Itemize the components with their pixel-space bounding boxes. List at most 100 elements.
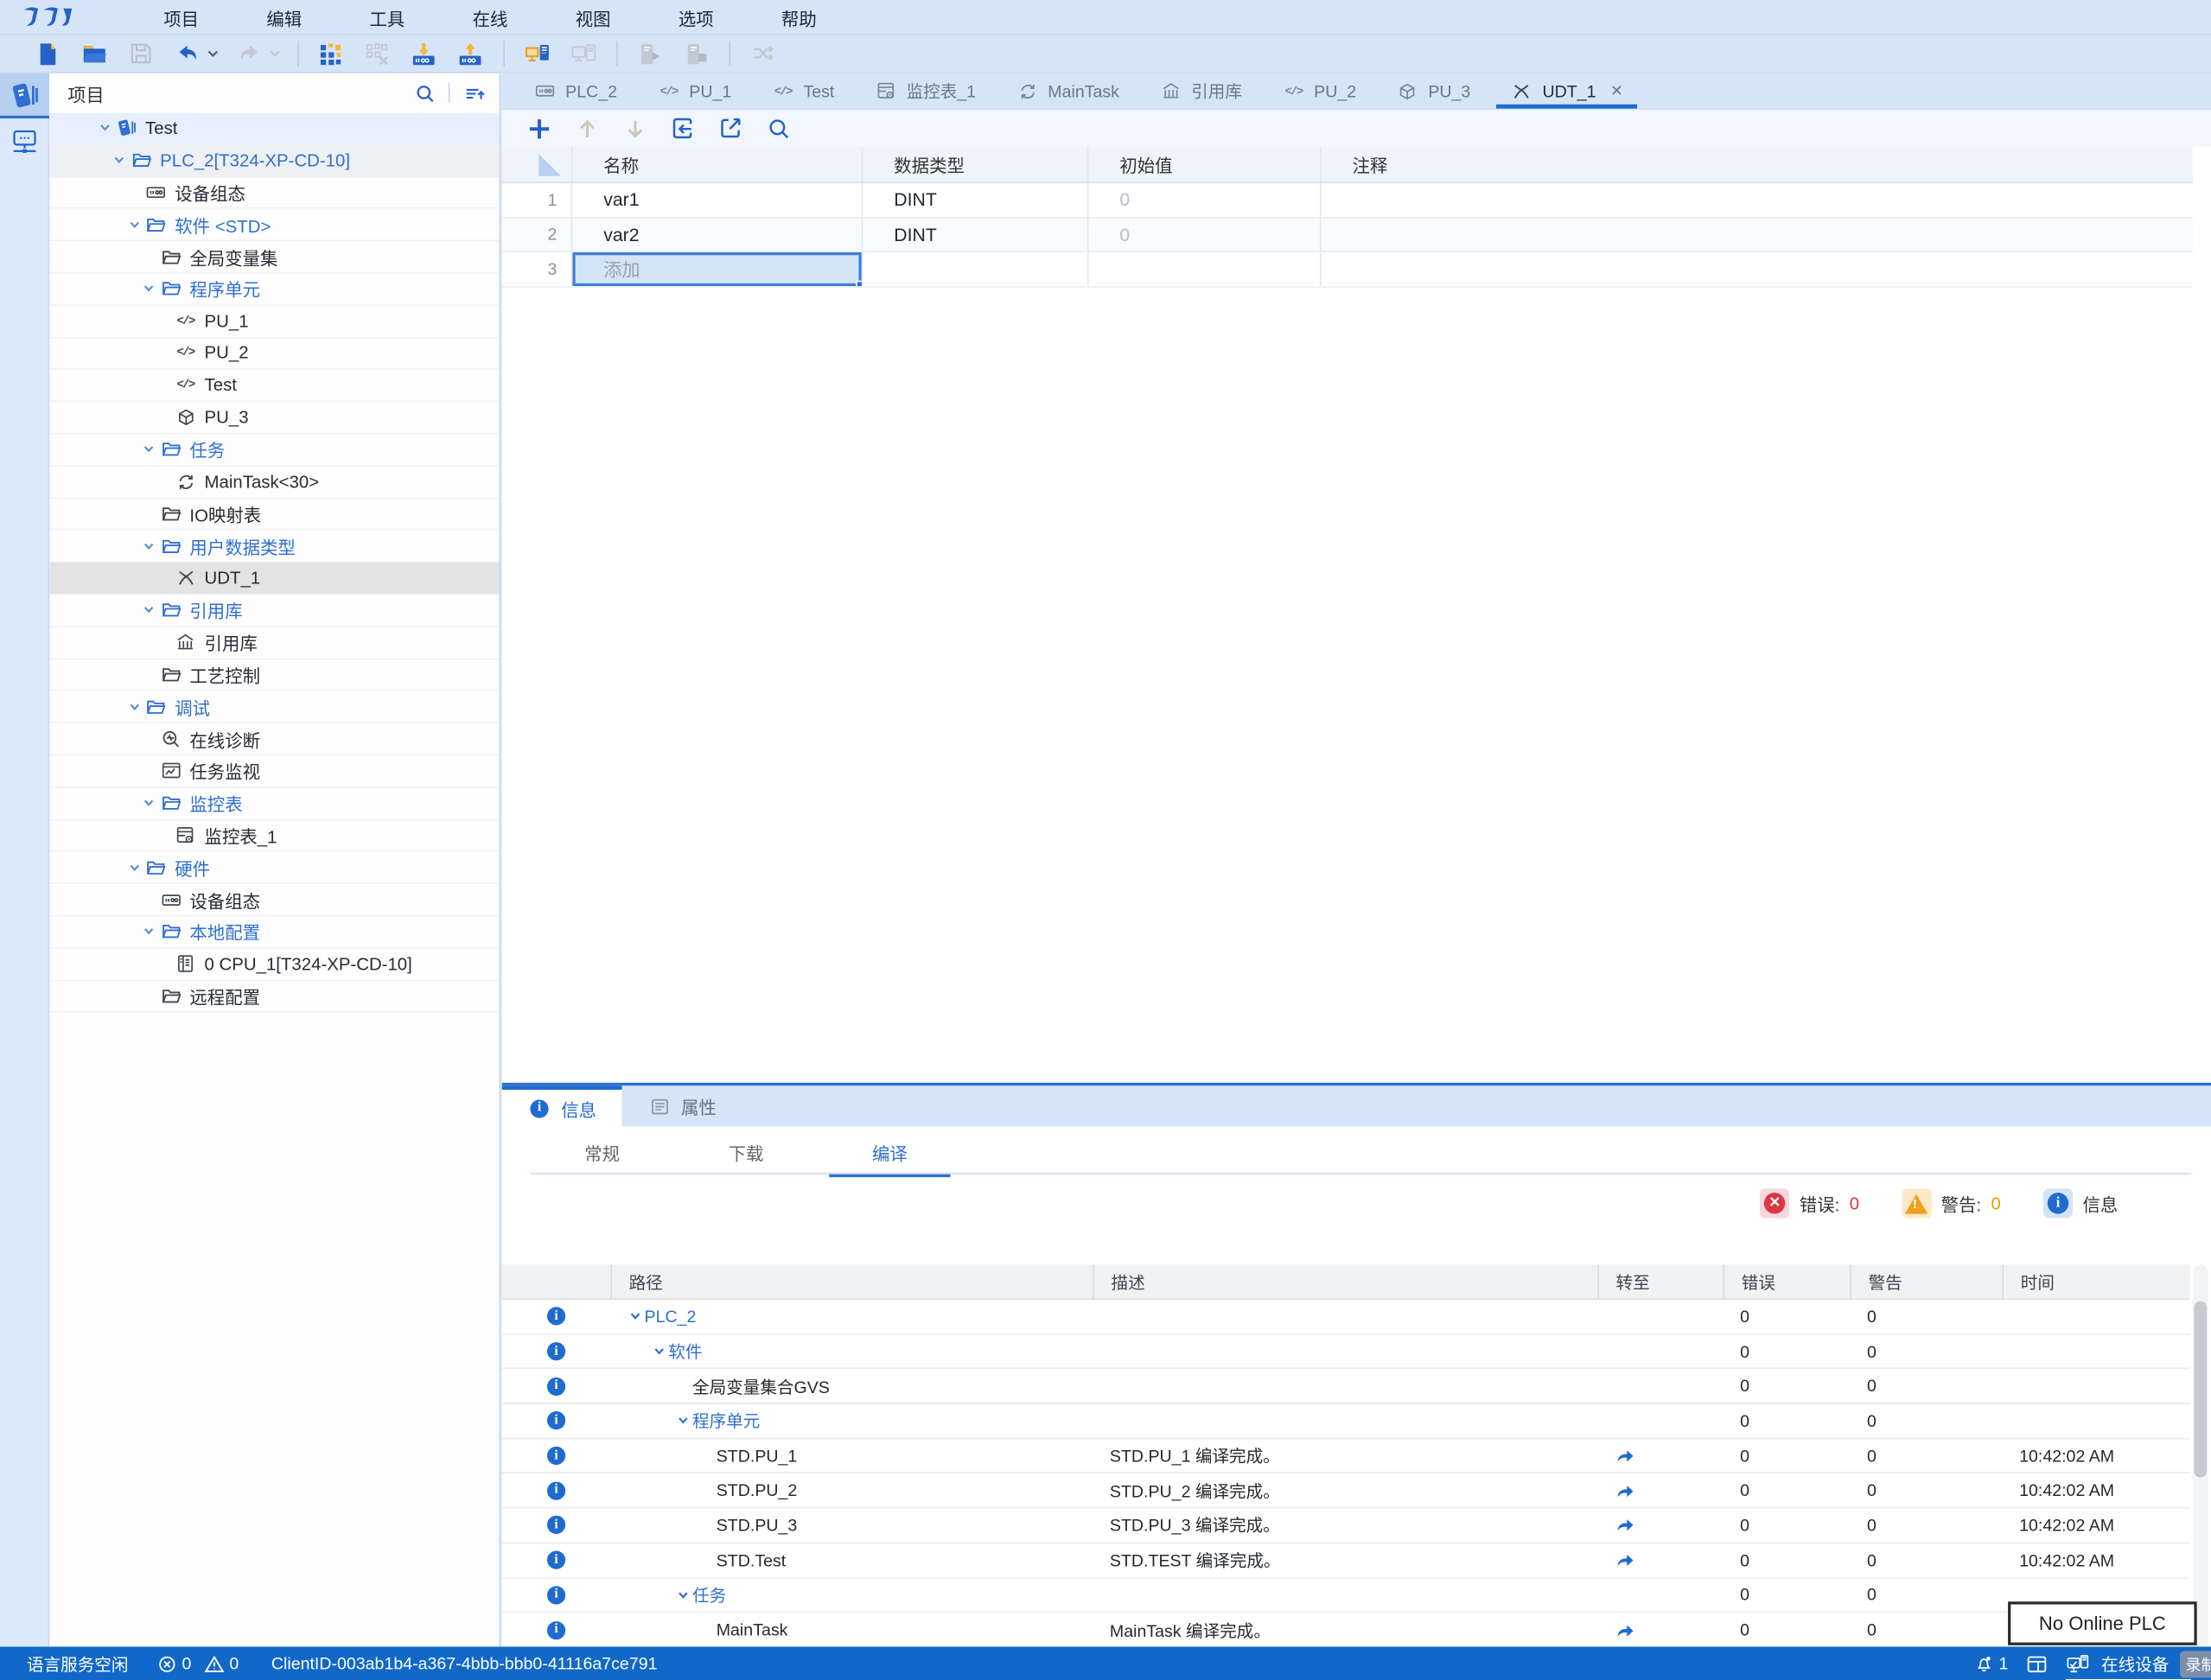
goto-arrow-icon[interactable] [1597, 1474, 1723, 1508]
tree-item-maintask-30-[interactable]: MainTask<30> [49, 467, 499, 499]
cell-comment[interactable] [1322, 183, 2193, 216]
tree-item-plc-2-t324-xp-cd-10-[interactable]: PLC_2[T324-XP-CD-10] [49, 145, 499, 177]
tree-item-设备组态[interactable]: 设备组态 [49, 884, 499, 916]
compile-button[interactable] [312, 36, 350, 70]
close-tab-icon[interactable]: ✕ [1610, 82, 1623, 100]
compile-row-std-pu-2[interactable]: iSTD.PU_2STD.PU_2 编译完成。0010:42:02 AM [502, 1474, 2190, 1509]
tree-item-远程配置[interactable]: 远程配置 [49, 981, 499, 1013]
chevron-down-icon[interactable] [672, 1415, 692, 1428]
compile-row-任务[interactable]: i任务00 [502, 1578, 2190, 1613]
status-warnings[interactable]: 0 [204, 1654, 239, 1674]
compile-row-全局变量集合gvs[interactable]: i全局变量集合GVS00 [502, 1370, 2190, 1404]
menu-3[interactable]: 工具 [335, 0, 438, 34]
tab-test[interactable]: </>Test [751, 73, 854, 109]
tree-item-0-cpu-1-t324-xp-cd-10-[interactable]: 0 CPU_1[T324-XP-CD-10] [49, 948, 499, 980]
tree-item-全局变量集[interactable]: 全局变量集 [49, 241, 499, 273]
chevron-down-icon[interactable] [124, 700, 144, 713]
cell-initvalue[interactable]: 0 [1088, 183, 1321, 216]
compile-row-软件[interactable]: i软件00 [502, 1334, 2190, 1369]
tree-item-pu-1[interactable]: </>PU_1 [49, 306, 499, 338]
cell-name[interactable]: 添加 [572, 252, 863, 285]
tab-plc-2[interactable]: PLC_2 [513, 73, 637, 109]
subtab-常规[interactable]: 常规 [530, 1139, 673, 1177]
goto-arrow-icon[interactable] [1597, 1509, 1723, 1543]
cell-datatype[interactable]: DINT [863, 218, 1088, 251]
export-button[interactable] [712, 113, 749, 144]
row-number[interactable]: 3 [502, 252, 573, 285]
row-number[interactable]: 2 [502, 218, 573, 251]
compile-row-plc-2[interactable]: iPLC_200 [502, 1300, 2190, 1334]
network-devices-button[interactable] [0, 118, 49, 163]
tab-pu-2[interactable]: </>PU_2 [1262, 73, 1376, 109]
row-number[interactable]: 1 [502, 183, 573, 216]
cell-initvalue[interactable] [1088, 252, 1321, 285]
tree-item-test[interactable]: </>Test [49, 370, 499, 402]
menu-7[interactable]: 帮助 [748, 0, 851, 34]
goto-arrow-icon[interactable] [1597, 1543, 1723, 1577]
compile-row-std-pu-3[interactable]: iSTD.PU_3STD.PU_3 编译完成。0010:42:02 AM [502, 1509, 2190, 1543]
tree-item-pu-2[interactable]: </>PU_2 [49, 338, 499, 370]
compile-col-warning[interactable]: 警告 [1850, 1264, 2002, 1298]
tree-item-监控表-1[interactable]: 监控表_1 [49, 820, 499, 852]
chevron-down-icon[interactable] [139, 797, 159, 810]
tree-item-程序单元[interactable]: 程序单元 [49, 273, 499, 305]
column-header-comment[interactable]: 注释 [1322, 147, 2193, 182]
tree-item-设备组态[interactable]: 设备组态 [49, 177, 499, 209]
menu-5[interactable]: 视图 [542, 0, 645, 34]
tree-item-test[interactable]: Test [49, 113, 499, 145]
panel-layout-icon[interactable] [2027, 1654, 2048, 1672]
chevron-down-icon[interactable] [109, 154, 129, 167]
tree-item-在线诊断[interactable]: 在线诊断 [49, 723, 499, 755]
search-button[interactable] [760, 113, 796, 144]
tab-udt-1[interactable]: UDT_1✕ [1490, 73, 1643, 109]
chevron-down-icon[interactable] [139, 283, 159, 296]
menu-6[interactable]: 选项 [645, 0, 748, 34]
goto-arrow-icon[interactable] [1597, 1613, 1723, 1647]
column-header-datatype[interactable]: 数据类型 [863, 147, 1088, 182]
chevron-down-icon[interactable] [625, 1310, 645, 1323]
bottom-tab-信息[interactable]: i信息 [502, 1085, 622, 1126]
compile-row-maintask[interactable]: iMainTaskMainTask 编译完成。0010:42:02 AM [502, 1613, 2190, 1648]
tree-item-调试[interactable]: 调试 [49, 691, 499, 723]
bottom-tab-属性[interactable]: 属性 [621, 1085, 742, 1126]
goto-arrow-icon[interactable] [1597, 1439, 1723, 1473]
tab-监控表-1[interactable]: 监控表_1 [854, 73, 996, 109]
notifications-button[interactable]: 1 [1973, 1654, 2008, 1674]
tree-item-io映射表[interactable]: IO映射表 [49, 499, 499, 531]
tree-collapse-all-icon[interactable] [462, 82, 485, 103]
error-filter-toggle[interactable]: ✕错误:0 [1760, 1188, 1859, 1218]
tree-item-用户数据类型[interactable]: 用户数据类型 [49, 531, 499, 563]
tab-pu-1[interactable]: </>PU_1 [637, 73, 751, 109]
cell-comment[interactable] [1322, 218, 2193, 251]
download-to-plc-button[interactable] [405, 36, 443, 70]
undo-dropdown-caret[interactable] [207, 49, 221, 58]
chevron-down-icon[interactable] [672, 1588, 692, 1601]
tree-item-pu-3[interactable]: PU_3 [49, 402, 499, 434]
cell-name[interactable]: var2 [572, 218, 863, 251]
tree-item-引用库[interactable]: 引用库 [49, 595, 499, 627]
project-explorer-button[interactable] [0, 73, 49, 118]
connect-plc-button[interactable] [518, 36, 556, 70]
subtab-编译[interactable]: 编译 [818, 1139, 961, 1177]
undo-button[interactable] [168, 36, 206, 70]
cell-initvalue[interactable]: 0 [1088, 218, 1321, 251]
import-button[interactable] [664, 113, 700, 144]
tree-item-硬件[interactable]: 硬件 [49, 852, 499, 884]
tree-item-任务[interactable]: 任务 [49, 434, 499, 466]
cell-datatype[interactable] [863, 252, 1088, 285]
upload-from-plc-button[interactable] [451, 36, 489, 70]
tab-maintask[interactable]: MainTask [996, 73, 1139, 109]
menu-4[interactable]: 在线 [438, 0, 541, 34]
info-filter-toggle[interactable]: i信息 [2043, 1188, 2118, 1218]
tree-item-引用库[interactable]: 引用库 [49, 627, 499, 659]
chevron-down-icon[interactable] [139, 926, 159, 939]
select-all-corner[interactable] [502, 147, 573, 182]
tree-item-监控表[interactable]: 监控表 [49, 788, 499, 820]
chevron-down-icon[interactable] [94, 122, 114, 135]
compile-col-goto[interactable]: 转至 [1597, 1264, 1723, 1298]
column-header-name[interactable]: 名称 [572, 147, 863, 182]
online-devices-indicator[interactable]: 在线设备 0 [2066, 1651, 2191, 1680]
subtab-下载[interactable]: 下载 [674, 1139, 818, 1177]
chevron-down-icon[interactable] [139, 604, 159, 617]
tree-item-任务监视[interactable]: 任务监视 [49, 755, 499, 787]
